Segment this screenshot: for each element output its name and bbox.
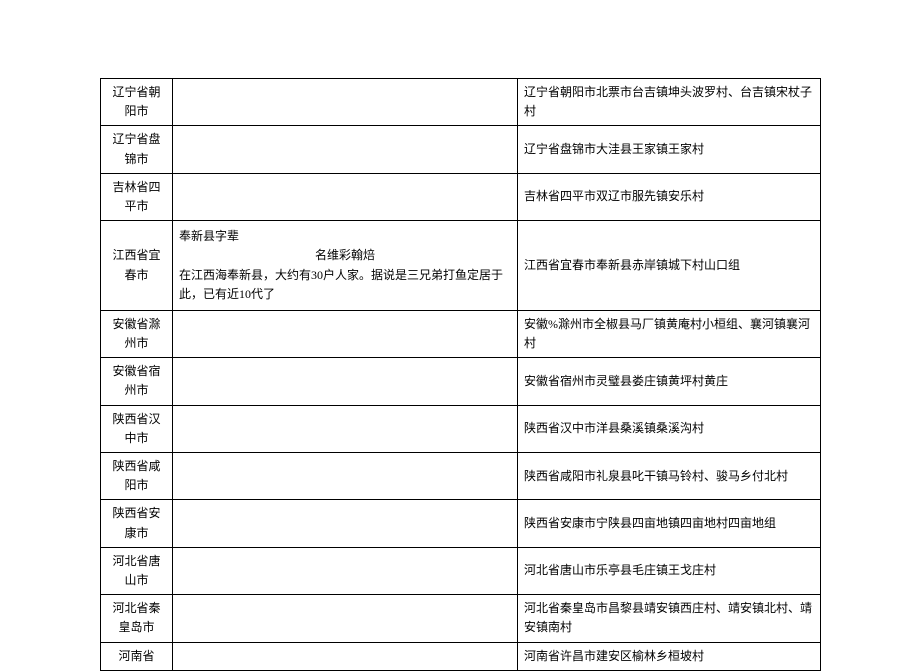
table-row: 河北省秦皇岛市 河北省秦皇岛市昌黎县靖安镇西庄村、靖安镇北村、靖安镇南村: [101, 595, 821, 642]
middle-cell: [173, 173, 518, 220]
middle-cell: [173, 79, 518, 126]
detail-cell: 陕西省汉中市洋县桑溪镇桑溪沟村: [518, 405, 821, 452]
detail-cell: 河北省唐山市乐亭县毛庄镇王戈庄村: [518, 547, 821, 594]
middle-cell: [173, 453, 518, 500]
table-row: 安徽省宿州市 安徽省宿州市灵璧县娄庄镇黄坪村黄庄: [101, 358, 821, 405]
region-cell: 安徽省滁州市: [101, 310, 173, 357]
middle-cell: [173, 547, 518, 594]
detail-cell: 河南省许昌市建安区榆林乡桓坡村: [518, 642, 821, 670]
region-cell: 陕西省安康市: [101, 500, 173, 547]
detail-cell: 陕西省安康市宁陕县四亩地镇四亩地村四亩地组: [518, 500, 821, 547]
middle-line2: 名维彩翰焙: [179, 246, 511, 265]
middle-cell: 奉新县字辈 名维彩翰焙 在江西海奉新县，大约有30户人家。据说是三兄弟打鱼定居于…: [173, 221, 518, 311]
table-row: 辽宁省盘锦市 辽宁省盘锦市大洼县王家镇王家村: [101, 126, 821, 173]
detail-cell: 陕西省咸阳市礼泉县叱干镇马铃村、骏马乡付北村: [518, 453, 821, 500]
detail-cell: 河北省秦皇岛市昌黎县靖安镇西庄村、靖安镇北村、靖安镇南村: [518, 595, 821, 642]
detail-cell: 吉林省四平市双辽市服先镇安乐村: [518, 173, 821, 220]
detail-cell: 安徽%滁州市全椒县马厂镇黄庵村小桓组、襄河镇襄河村: [518, 310, 821, 357]
region-cell: 陕西省汉中市: [101, 405, 173, 452]
region-table: 辽宁省朝阳市 辽宁省朝阳市北票市台吉镇坤头波罗村、台吉镇宋杖子村 辽宁省盘锦市 …: [100, 78, 821, 671]
middle-cell: [173, 595, 518, 642]
region-cell: 陕西省咸阳市: [101, 453, 173, 500]
table-row: 辽宁省朝阳市 辽宁省朝阳市北票市台吉镇坤头波罗村、台吉镇宋杖子村: [101, 79, 821, 126]
detail-cell: 江西省宜春市奉新县赤岸镇城下村山口组: [518, 221, 821, 311]
detail-cell: 辽宁省盘锦市大洼县王家镇王家村: [518, 126, 821, 173]
table-row: 陕西省汉中市 陕西省汉中市洋县桑溪镇桑溪沟村: [101, 405, 821, 452]
table-row: 陕西省安康市 陕西省安康市宁陕县四亩地镇四亩地村四亩地组: [101, 500, 821, 547]
region-cell: 吉林省四平市: [101, 173, 173, 220]
middle-cell: [173, 500, 518, 547]
table-row: 陕西省咸阳市 陕西省咸阳市礼泉县叱干镇马铃村、骏马乡付北村: [101, 453, 821, 500]
middle-cell: [173, 126, 518, 173]
table-row: 吉林省四平市 吉林省四平市双辽市服先镇安乐村: [101, 173, 821, 220]
region-cell: 河北省秦皇岛市: [101, 595, 173, 642]
region-cell: 河北省唐山市: [101, 547, 173, 594]
middle-cell: [173, 358, 518, 405]
region-cell: 辽宁省朝阳市: [101, 79, 173, 126]
middle-cell: [173, 405, 518, 452]
middle-cell: [173, 642, 518, 670]
region-cell: 河南省: [101, 642, 173, 670]
detail-cell: 辽宁省朝阳市北票市台吉镇坤头波罗村、台吉镇宋杖子村: [518, 79, 821, 126]
table-row: 安徽省滁州市 安徽%滁州市全椒县马厂镇黄庵村小桓组、襄河镇襄河村: [101, 310, 821, 357]
table-row: 河南省 河南省许昌市建安区榆林乡桓坡村: [101, 642, 821, 670]
region-cell: 辽宁省盘锦市: [101, 126, 173, 173]
middle-line1: 奉新县字辈: [179, 227, 511, 246]
table-row: 河北省唐山市 河北省唐山市乐亭县毛庄镇王戈庄村: [101, 547, 821, 594]
table-row: 江西省宜春市 奉新县字辈 名维彩翰焙 在江西海奉新县，大约有30户人家。据说是三…: [101, 221, 821, 311]
middle-cell: [173, 310, 518, 357]
middle-line3: 在江西海奉新县，大约有30户人家。据说是三兄弟打鱼定居于此，已有近10代了: [179, 266, 511, 304]
detail-cell: 安徽省宿州市灵璧县娄庄镇黄坪村黄庄: [518, 358, 821, 405]
region-cell: 安徽省宿州市: [101, 358, 173, 405]
region-cell: 江西省宜春市: [101, 221, 173, 311]
